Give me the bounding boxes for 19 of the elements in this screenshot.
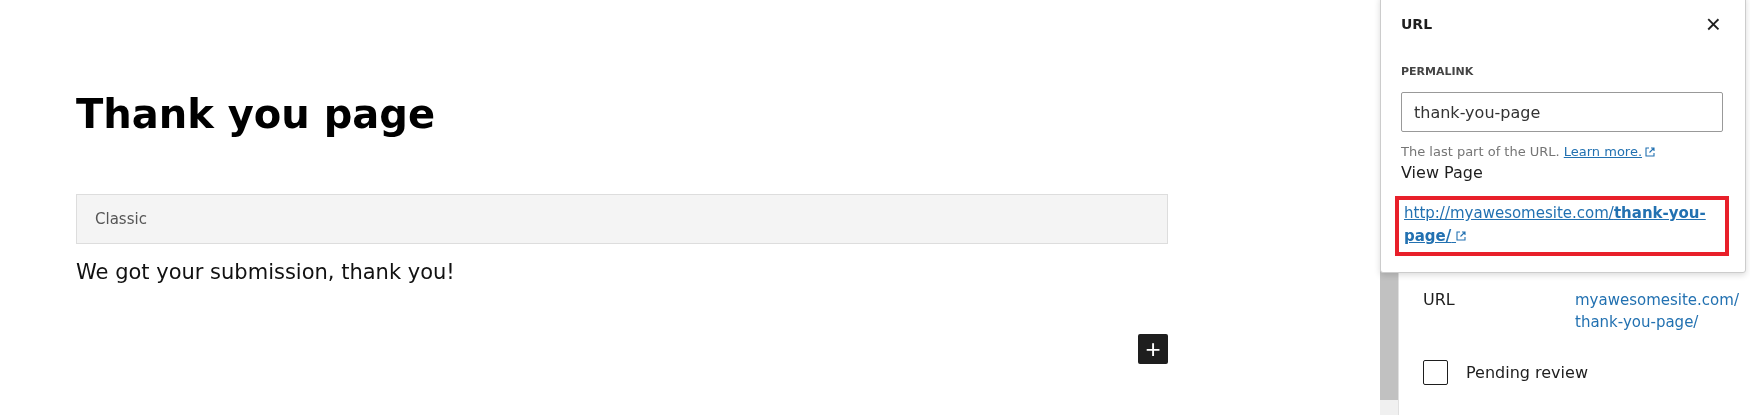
classic-block[interactable]: Classic (76, 194, 1168, 244)
external-link-icon (1645, 146, 1656, 157)
popover-title: URL (1401, 16, 1433, 32)
url-label: URL (1423, 290, 1456, 311)
pending-review-label: Pending review (1466, 362, 1588, 382)
view-page-label: View Page (1401, 163, 1484, 182)
paragraph-text[interactable]: We got your submission, thank you! (76, 260, 1380, 284)
url-link[interactable]: myawesomesite.com/ thank-you-page/ (1575, 290, 1740, 336)
scrollbar-thumb[interactable] (1380, 270, 1398, 400)
slug-field[interactable]: thank-you-page (1401, 92, 1723, 132)
help-text: The last part of the URL. (1401, 144, 1560, 159)
add-block-button[interactable]: + (1138, 334, 1168, 364)
page-title[interactable]: Thank you page (76, 88, 1380, 140)
page-link[interactable]: http://myawesomesite.com/thank-you-page/ (1404, 202, 1725, 249)
learn-more-link[interactable]: Learn more. (1563, 144, 1656, 159)
permalink-label: PERMALINK (1401, 65, 1475, 78)
close-button[interactable]: × (1701, 11, 1725, 37)
external-link-icon (1456, 231, 1467, 242)
pending-review-checkbox[interactable] (1423, 359, 1448, 385)
